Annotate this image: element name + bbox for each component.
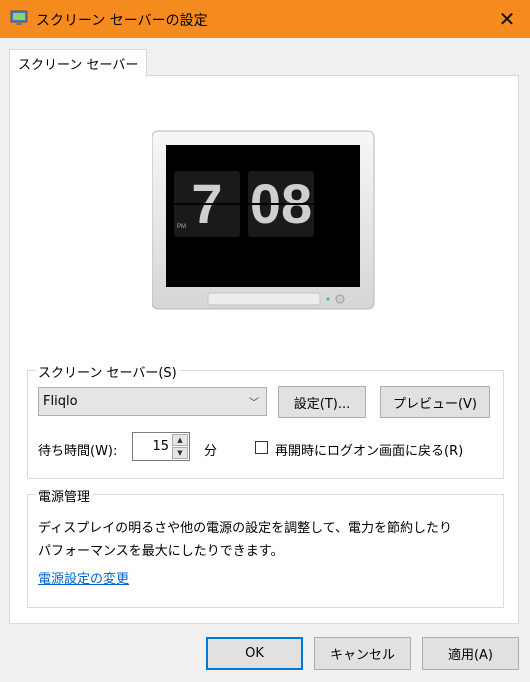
clock-ampm: PM xyxy=(177,224,186,230)
close-icon: ✕ xyxy=(498,7,516,31)
resume-checkbox[interactable] xyxy=(255,441,268,454)
preview-button[interactable]: プレビュー(V) xyxy=(380,386,490,418)
settings-button[interactable]: 設定(T)... xyxy=(278,386,366,418)
clock-minute: 08 xyxy=(249,172,313,235)
screensaver-select-value: Fliqlo xyxy=(43,394,78,409)
apply-button-label: 適用(A) xyxy=(447,648,494,663)
cancel-button[interactable]: キャンセル xyxy=(314,637,411,670)
wait-label: 待ち時間(W): xyxy=(38,444,118,459)
ok-button[interactable]: OK xyxy=(206,637,303,670)
stepper-up-icon[interactable]: ▲ xyxy=(172,434,188,446)
screensaver-app-icon xyxy=(10,10,28,25)
screensaver-select[interactable]: Fliqlo ﹀ xyxy=(38,387,267,416)
clock-minute-card: 08 xyxy=(248,171,314,237)
ok-button-label: OK xyxy=(245,646,264,661)
power-description-line1: ディスプレイの明るさや他の電源の設定を調整して、電力を節約したり xyxy=(38,521,453,536)
stepper-down-icon[interactable]: ▼ xyxy=(172,447,188,459)
tab-label: スクリーン セーバー xyxy=(18,58,139,73)
wait-stepper[interactable]: 15 ▲ ▼ xyxy=(132,432,190,461)
monitor-preview: 7 08 PM xyxy=(151,127,376,313)
power-group-label: 電源管理 xyxy=(36,486,93,505)
wait-value: 15 xyxy=(152,439,169,454)
clock-hour: 7 xyxy=(191,172,223,235)
window-title: スクリーン セーバーの設定 xyxy=(36,13,208,29)
cancel-button-label: キャンセル xyxy=(329,648,395,663)
chevron-down-icon: ﹀ xyxy=(249,398,259,409)
power-description-line2: パフォーマンスを最大にしたりできます。 xyxy=(38,544,284,559)
settings-button-label: 設定(T)... xyxy=(293,396,351,412)
tab-screensaver[interactable]: スクリーン セーバー xyxy=(9,49,148,77)
power-settings-link[interactable]: 電源設定の変更 xyxy=(38,568,129,587)
resume-checkbox-label[interactable]: 再開時にログオン画面に戻る(R) xyxy=(275,440,463,459)
wait-unit: 分 xyxy=(204,444,218,459)
title-bar: スクリーン セーバーの設定 ✕ xyxy=(0,0,530,38)
screensaver-group-label: スクリーン セーバー(S) xyxy=(36,362,179,381)
preview-button-label: プレビュー(V) xyxy=(392,396,478,412)
close-button[interactable]: ✕ xyxy=(484,0,530,38)
apply-button[interactable]: 適用(A) xyxy=(422,637,519,670)
